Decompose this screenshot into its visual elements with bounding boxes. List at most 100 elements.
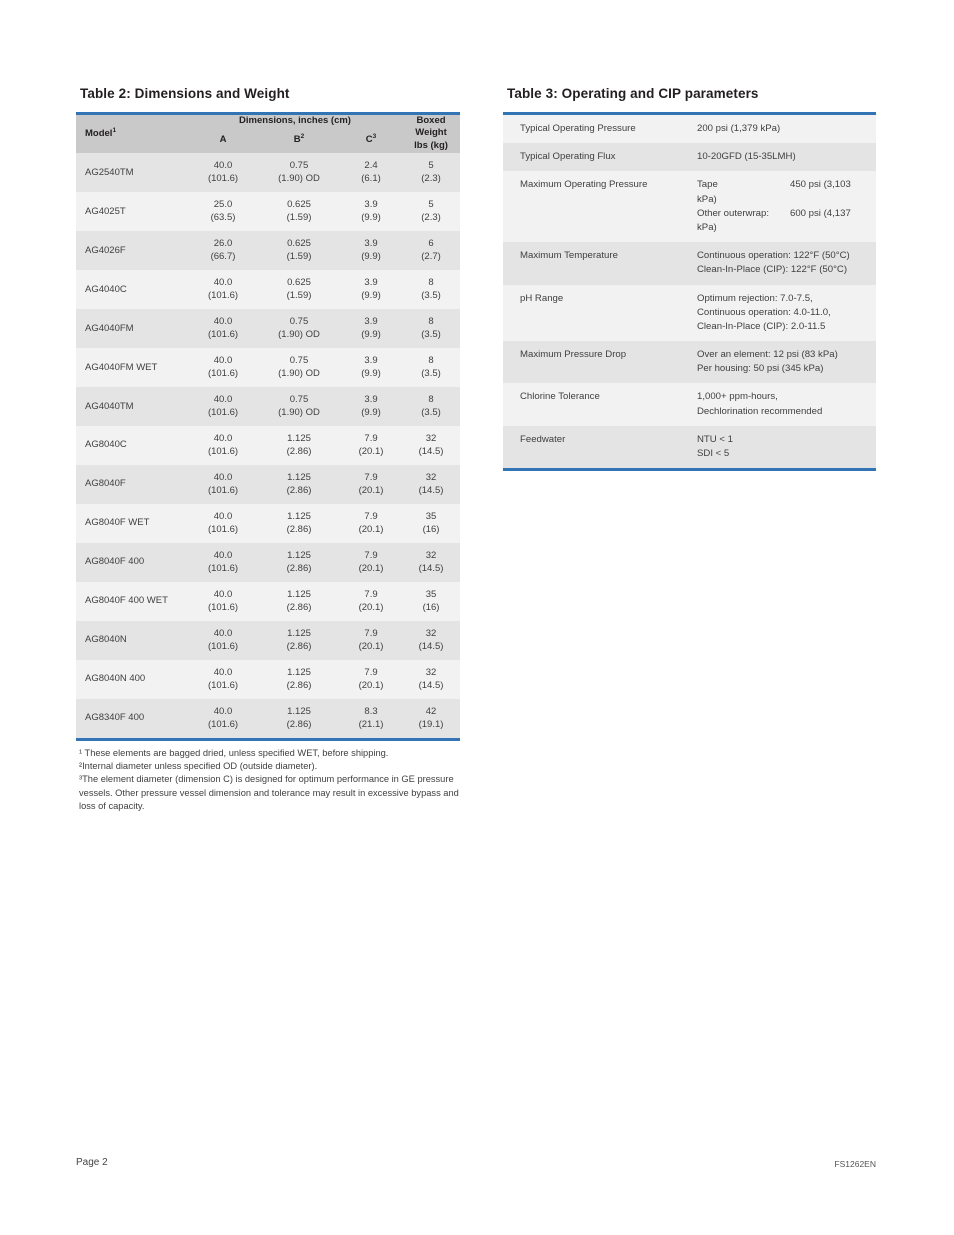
parameter-value-line: Optimum rejection: 7.0-7.5, [697,292,813,304]
cell-dimension-a: 26.0 (66.7) [188,231,258,270]
cell-dimension-a-metric: (101.6) [207,368,239,380]
cell-boxed-weight-metric: (19.1) [418,719,444,731]
cell-dimension-a-metric: (101.6) [207,329,239,341]
cell-boxed-weight-metric: (14.5) [418,641,444,653]
cell-dimension-c-metric: (6.1) [361,173,381,185]
cell-dimension-c: 3.9 (9.9) [340,231,402,270]
cell-dimension-a: 40.0 (101.6) [188,699,258,739]
cell-dimension-b: 0.75 (1.90) OD [258,348,340,387]
parameter-value-line: 1,000+ ppm-hours, [697,391,778,403]
cell-dimension-a-primary: 40.0 [213,432,233,444]
cell-dimension-b-metric: (1.90) OD [278,407,320,419]
cell-dimension-a-metric: (66.7) [210,251,236,263]
table3-body: Typical Operating Pressure 200 psi (1,379… [503,113,876,470]
cell-boxed-weight-primary: 5 [428,198,434,210]
cell-model: AG4040FM [85,322,134,334]
cell-dimension-c-metric: (20.1) [358,563,384,575]
cell-boxed-weight: 32 (14.5) [402,426,460,465]
column-header-b: B2 [258,127,340,153]
cell-dimension-b-primary: 1.125 [287,510,311,522]
cell-dimension-b-metric: (2.86) [286,641,312,653]
cell-dimension-b: 1.125 (2.86) [258,621,340,660]
cell-boxed-weight-primary: 6 [428,237,434,249]
cell-dimension-a-primary: 40.0 [213,276,233,288]
cell-boxed-weight-primary: 42 [425,705,437,717]
cell-dimension-b: 1.125 (2.86) [258,426,340,465]
column-header-b-footnote-marker: 2 [300,132,305,140]
column-header-c: C3 [340,127,402,153]
cell-dimension-a-metric: (101.6) [207,641,239,653]
table-row: AG2540TM 40.0 (101.6) 0.75 (1.90) OD 2.4 (6.1)… [76,152,461,192]
cell-boxed-weight-metric: (14.5) [418,446,444,458]
cell-dimension-c-metric: (20.1) [358,602,384,614]
cell-dimension-a-primary: 25.0 [213,198,233,210]
cell-dimension-a-primary: 40.0 [213,354,233,366]
column-header-model-footnote-marker: 1 [112,126,117,134]
cell-dimension-b-metric: (2.86) [286,602,312,614]
cell-model: AG2540TM [85,166,134,178]
cell-boxed-weight: 42 (19.1) [402,699,460,739]
column-group-header-boxed: Boxed [416,115,446,126]
cell-boxed-weight: 32 (14.5) [402,543,460,582]
table2-section: Table 2: Dimensions and Weight Model1 Di… [76,86,461,814]
cell-dimension-c-metric: (20.1) [358,524,384,536]
operating-and-cip-parameters-table: Typical Operating Pressure 200 psi (1,379… [503,112,876,472]
cell-boxed-weight-metric: (16) [422,524,440,536]
footnote: ¹ These elements are bagged dried, unles… [79,747,389,758]
cell-dimension-c-metric: (9.9) [361,290,381,302]
cell-dimension-b-primary: 1.125 [287,588,311,600]
parameter-name: Feedwater [520,433,566,445]
table-row: AG8040F 40.0 (101.6) 1.125 (2.86) 7.9 (20.1) 32… [76,464,461,504]
cell-boxed-weight-metric: (14.5) [418,485,444,497]
cell-boxed-weight-metric: (3.5) [421,407,441,419]
parameter-value-line: SDI < 5 [697,448,730,459]
cell-dimension-c-metric: (20.1) [358,446,384,458]
table-row: Maximum Operating Pressure Tape 450 psi (3… [503,171,876,243]
cell-dimension-c-metric: (20.1) [358,641,384,653]
cell-boxed-weight-metric: (14.5) [418,563,444,575]
cell-boxed-weight-metric: (3.5) [421,329,441,341]
cell-dimension-b-primary: 0.75 [289,393,309,405]
parameter-value-line: NTU < 1 [697,433,733,445]
cell-dimension-b: 1.125 (2.86) [258,699,340,739]
cell-dimension-a-primary: 40.0 [213,588,233,600]
cell-boxed-weight-metric: (2.3) [421,173,441,185]
column-header-c-label: C [365,133,373,145]
cell-boxed-weight: 5 (2.3) [402,153,460,192]
cell-dimension-a-primary: 40.0 [213,471,233,483]
table-row: AG4040FM WET 40.0 (101.6) 0.75 (1.90) OD 3.9 (… [76,347,461,387]
cell-boxed-weight: 8 (3.5) [402,270,460,309]
column-header-a: A [219,133,227,145]
cell-dimension-a: 40.0 (101.6) [188,465,258,504]
cell-dimension-c-metric: (9.9) [361,212,381,224]
cell-model: AG4025T [85,205,126,217]
cell-boxed-weight: 32 (14.5) [402,660,460,699]
cell-dimension-c-metric: (9.9) [361,329,381,341]
cell-dimension-b-metric: (2.86) [286,485,312,497]
table-row: AG8040F 400 WET 40.0 (101.6) 1.125 (2.86) 7.9… [76,581,461,621]
cell-model: AG4026F [85,244,126,256]
table2-title: Table 2: Dimensions and Weight [80,86,290,101]
cell-dimension-b-primary: 1.125 [287,549,311,561]
table-row: Typical Operating Flux 10-20GFD (15-35LMH… [503,143,876,172]
cell-dimension-c: 3.9 (9.9) [340,348,402,387]
table3-section: Table 3: Operating and CIP parameters Ty… [503,86,876,472]
cell-boxed-weight: 35 (16) [402,582,460,621]
cell-dimension-a-metric: (101.6) [207,407,239,419]
parameter-value-line: Clean-In-Place (CIP): 122°F (50°C) [697,264,848,276]
cell-dimension-c-metric: (9.9) [361,251,381,263]
cell-dimension-c-primary: 3.9 [364,198,378,210]
parameter-value: 10-20GFD (15-35LMH) [697,143,876,171]
table-row: AG4025T 25.0 (63.5) 0.625 (1.59) 3.9 (9.9) 5 (2.… [76,191,461,231]
parameter-name: Maximum Pressure Drop [520,349,627,361]
parameter-value: Over an element: 12 psi (83 kPa) Per hous… [697,341,876,383]
table-row: AG8040F 400 40.0 (101.6) 1.125 (2.86) 7.9 (20.… [76,542,461,582]
table-row: Chlorine Tolerance 1,000+ ppm-hours, Dechl… [503,383,876,426]
cell-dimension-c: 3.9 (9.9) [340,192,402,231]
cell-dimension-b: 1.125 (2.86) [258,660,340,699]
cell-dimension-c-metric: (20.1) [358,485,384,497]
cell-dimension-b: 0.75 (1.90) OD [258,387,340,426]
cell-dimension-b-primary: 0.625 [287,237,311,249]
cell-model: AG8040F 400 WET [85,595,168,607]
cell-dimension-b-metric: (1.90) OD [278,368,320,380]
